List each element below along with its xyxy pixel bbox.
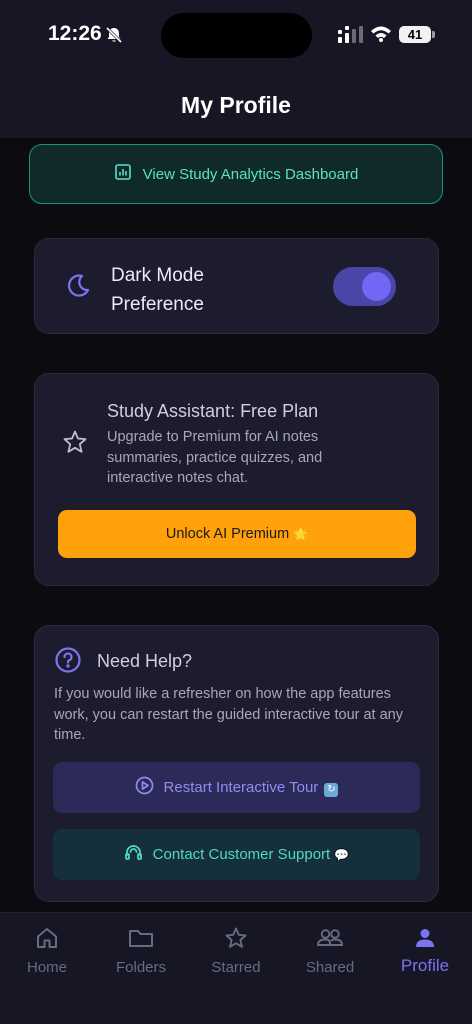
tab-starred[interactable]: Starred bbox=[189, 913, 283, 993]
tab-profile[interactable]: Profile bbox=[378, 913, 472, 993]
person-icon bbox=[413, 926, 437, 955]
contact-support-label: Contact Customer Support bbox=[152, 846, 331, 863]
glowing-star-icon: 🌟 bbox=[293, 527, 309, 541]
restart-tour-button[interactable]: Restart Interactive Tour ↻ bbox=[53, 762, 420, 813]
unlock-premium-label: Unlock AI Premium bbox=[165, 526, 290, 542]
refresh-icon: ↻ bbox=[324, 782, 339, 797]
users-icon bbox=[316, 926, 344, 954]
contact-support-button[interactable]: Contact Customer Support 💬 bbox=[53, 829, 420, 880]
tab-home[interactable]: Home bbox=[0, 913, 94, 993]
dark-mode-card: Dark Mode Preference bbox=[34, 238, 439, 334]
speech-bubble-icon: 💬 bbox=[334, 848, 350, 862]
tab-profile-label: Profile bbox=[400, 956, 450, 975]
tab-folders-label: Folders bbox=[115, 959, 167, 976]
wifi-icon bbox=[370, 25, 392, 47]
help-card: Need Help? If you would like a refresher… bbox=[34, 625, 439, 902]
unlock-premium-button[interactable]: Unlock AI Premium 🌟 bbox=[58, 510, 416, 558]
page-header: My Profile bbox=[0, 72, 472, 138]
bar-chart-icon bbox=[114, 163, 132, 185]
restart-tour-label: Restart Interactive Tour bbox=[163, 778, 319, 796]
clock: 12:26 bbox=[48, 22, 102, 45]
premium-card: Study Assistant: Free Plan Upgrade to Pr… bbox=[34, 373, 439, 586]
dark-mode-toggle[interactable] bbox=[333, 267, 396, 306]
star-outline-icon bbox=[62, 429, 88, 460]
dynamic-island bbox=[161, 13, 312, 58]
dark-mode-label: Dark Mode Preference bbox=[111, 261, 204, 319]
analytics-label: View Study Analytics Dashboard bbox=[142, 165, 359, 183]
view-analytics-button[interactable]: View Study Analytics Dashboard bbox=[29, 144, 443, 204]
dark-mode-label-line2: Preference bbox=[111, 294, 204, 315]
page-title: My Profile bbox=[181, 92, 291, 118]
tab-starred-label: Starred bbox=[211, 959, 261, 976]
cellular-signal-icon bbox=[338, 26, 364, 48]
tab-home-label: Home bbox=[26, 959, 67, 976]
battery-indicator: 41 bbox=[399, 26, 431, 43]
battery-tip bbox=[432, 31, 435, 38]
help-title: Need Help? bbox=[97, 651, 193, 671]
moon-icon bbox=[65, 273, 91, 304]
bottom-tab-bar: Home Folders Starred Shared Profile bbox=[0, 912, 472, 1024]
star-icon bbox=[224, 926, 248, 954]
tab-shared[interactable]: Shared bbox=[283, 913, 377, 993]
folder-icon bbox=[128, 926, 154, 954]
premium-title: Study Assistant: Free Plan bbox=[107, 401, 319, 421]
tab-folders[interactable]: Folders bbox=[94, 913, 188, 993]
status-bar: 12:26 41 bbox=[0, 0, 472, 72]
toggle-knob bbox=[362, 272, 391, 301]
home-icon bbox=[35, 926, 59, 954]
play-circle-icon bbox=[135, 776, 154, 799]
premium-description: Upgrade to Premium for AI notes summarie… bbox=[107, 429, 323, 486]
tab-shared-label: Shared bbox=[305, 959, 355, 976]
help-description: If you would like a refresher on how the… bbox=[54, 686, 403, 743]
question-circle-icon bbox=[54, 646, 82, 679]
bell-off-icon bbox=[104, 25, 124, 50]
dark-mode-label-line1: Dark Mode bbox=[111, 265, 204, 286]
headset-icon bbox=[124, 843, 143, 866]
